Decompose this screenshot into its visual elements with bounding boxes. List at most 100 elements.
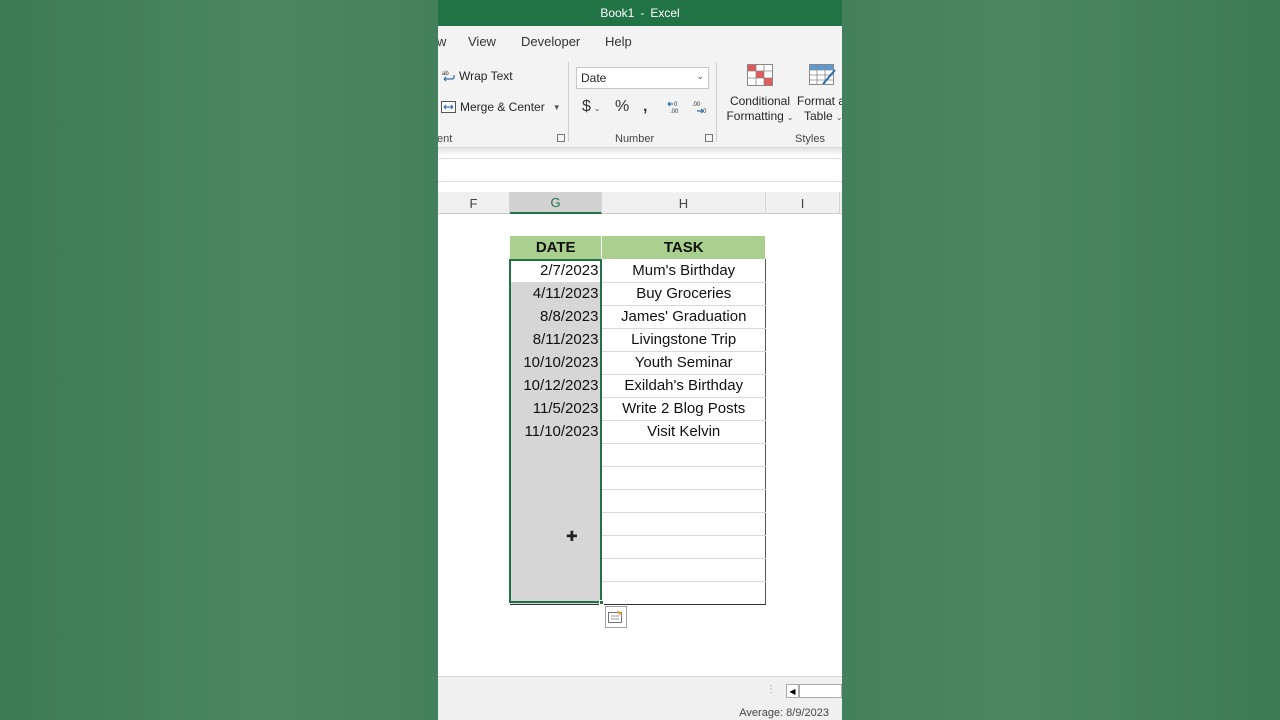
wrap-text-button[interactable]: ab Wrap Text [442,69,513,83]
comma-style-button[interactable]: , [643,98,647,116]
merge-center-button[interactable]: Merge & Center ▼ [441,100,561,114]
date-cell[interactable] [510,466,603,490]
excel-window: Book1 - Excel w View Developer Help ab W… [438,0,842,720]
format-as-table-label-line2: Table [804,109,833,123]
task-cell[interactable]: Visit Kelvin [601,420,766,444]
chevron-down-icon: ⌄ [835,113,842,122]
quick-analysis-button[interactable] [605,606,627,628]
date-cell[interactable] [510,535,603,559]
date-cell[interactable] [510,512,603,536]
format-as-table-label-line1: Format a [797,94,842,108]
svg-text:ab: ab [442,71,449,77]
column-header-h[interactable]: H [602,192,766,214]
quick-analysis-icon [608,610,623,623]
percent-style-button[interactable]: % [615,98,629,116]
date-cell[interactable]: 11/10/2023 [510,420,603,444]
date-cell[interactable]: 11/5/2023 [510,397,603,421]
wrap-text-label: Wrap Text [459,69,513,83]
number-format-value: Date [581,71,607,85]
tab-help[interactable]: Help [605,34,632,49]
date-cell[interactable]: 4/11/2023 [510,282,603,306]
number-format-dropdown[interactable]: Date ⌄ [576,67,709,89]
column-header-g[interactable]: G [510,192,602,214]
task-cell[interactable]: Exildah's Birthday [601,374,766,398]
task-cell[interactable] [601,558,766,582]
background-right [842,0,1280,720]
table-row: 10/12/2023 Exildah's Birthday [510,374,766,398]
styles-group-label: Styles [795,133,825,145]
table-row [510,558,766,582]
app-title: Excel [650,6,680,20]
chevron-down-icon[interactable]: ▼ [553,103,561,112]
conditional-formatting-button[interactable]: Conditional Formatting ⌄ [725,94,795,125]
date-header[interactable]: DATE [510,236,603,259]
tab-review-partial[interactable]: w [438,34,446,49]
fill-handle[interactable] [599,600,604,605]
date-cell[interactable] [510,581,603,605]
task-cell[interactable] [601,466,766,490]
svg-text:0: 0 [674,102,678,108]
column-headers: F G H I [438,192,842,214]
column-header-f[interactable]: F [438,192,510,214]
task-cell[interactable]: Write 2 Blog Posts [601,397,766,421]
task-cell[interactable] [601,581,766,605]
task-cell[interactable] [601,512,766,536]
table-row: 10/10/2023 Youth Seminar [510,351,766,375]
cell-cursor-icon: ✚ [566,528,578,544]
format-as-table-icon[interactable] [809,64,837,88]
status-average[interactable]: Average: 8/9/2023 [739,707,829,719]
task-cell[interactable]: Youth Seminar [601,351,766,375]
date-cell[interactable]: 10/12/2023 [510,374,603,398]
task-cell[interactable] [601,443,766,467]
task-header[interactable]: TASK [601,236,766,259]
group-divider [568,62,569,142]
task-cell[interactable] [601,535,766,559]
conditional-formatting-label-line2: Formatting [726,109,784,123]
table-row: 11/10/2023 Visit Kelvin [510,420,766,444]
table-row: 2/7/2023 Mum's Birthday [510,259,766,283]
ribbon-shadow [438,148,842,156]
scrollbar-thumb[interactable] [799,684,842,698]
task-cell[interactable]: Buy Groceries [601,282,766,306]
split-handle-icon[interactable]: ⋮ [766,684,776,695]
chevron-down-icon: ⌄ [593,104,601,113]
number-dialog-launcher-icon[interactable] [705,134,713,142]
task-cell[interactable]: Mum's Birthday [601,259,766,283]
date-cell[interactable] [510,443,603,467]
currency-icon: $ [582,98,591,115]
conditional-formatting-icon[interactable] [747,64,773,86]
task-cell[interactable] [601,489,766,513]
date-cell[interactable]: 8/11/2023 [510,328,603,352]
document-title: Book1 [600,6,635,20]
date-cell[interactable] [510,558,603,582]
ribbon-tabs: w View Developer Help [438,26,842,56]
date-cell[interactable]: 10/10/2023 [510,351,603,375]
task-cell[interactable]: James' Graduation [601,305,766,329]
decrease-decimal-icon[interactable]: .00 0 [691,99,707,115]
alignment-dialog-launcher-icon[interactable] [557,134,565,142]
worksheet-grid[interactable]: DATE TASK 2/7/2023 Mum's Birthday 4/11/2… [438,214,842,676]
svg-text:.00: .00 [692,102,701,108]
format-as-table-button[interactable]: Format a Table ⌄ [797,94,842,125]
accounting-format-button[interactable]: $ ⌄ [582,98,601,116]
table-row: 8/11/2023 Livingstone Trip [510,328,766,352]
background-left [0,0,438,720]
horizontal-scrollbar[interactable]: ⋮ ◀ [438,676,842,704]
tab-view[interactable]: View [468,34,496,49]
tab-developer[interactable]: Developer [521,34,580,49]
date-cell[interactable]: 8/8/2023 [510,305,603,329]
group-divider [716,62,717,142]
number-group-label: Number [615,133,655,145]
table-row [510,466,766,490]
formula-bar[interactable] [438,158,842,182]
conditional-formatting-label-line1: Conditional [729,94,791,108]
column-header-i[interactable]: I [766,192,840,214]
task-table: DATE TASK 2/7/2023 Mum's Birthday 4/11/2… [510,236,766,605]
increase-decimal-icon[interactable]: 0 .00 [667,99,683,115]
table-row: 8/8/2023 James' Graduation [510,305,766,329]
task-cell[interactable]: Livingstone Trip [601,328,766,352]
date-cell[interactable] [510,489,603,513]
date-cell[interactable]: 2/7/2023 [510,259,603,283]
scroll-left-icon[interactable]: ◀ [786,684,799,698]
status-bar: Average: 8/9/2023 [438,704,842,720]
